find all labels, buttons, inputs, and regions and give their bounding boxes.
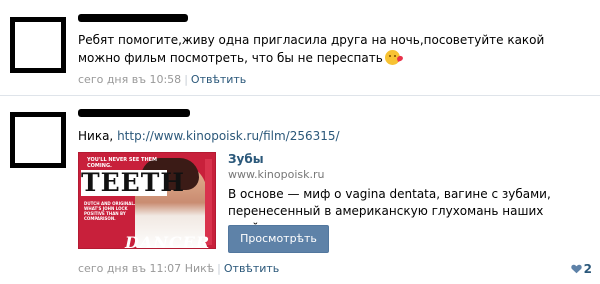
post-text-body: Ребят помогите,живу одна пригласила друг…	[78, 33, 545, 65]
post-divider	[0, 95, 600, 96]
view-button[interactable]: Просмотрѣть	[228, 225, 329, 253]
post-1: Ребят помогите,живу одна пригласила друг…	[0, 0, 600, 92]
movie-poster-thumbnail[interactable]: YOU'LL NEVER SEE THEM COMING. TEETH DUTC…	[78, 152, 216, 249]
post-time[interactable]: сего дня въ 10:58	[78, 73, 181, 86]
avatar[interactable]	[10, 112, 66, 168]
reply-link[interactable]: Отвѣтить	[191, 73, 246, 86]
post-text: Ника, http://www.kinopoisk.ru/film/25631…	[78, 127, 588, 145]
attachment-title[interactable]: Зубы	[228, 152, 264, 166]
post-meta: сего дня въ 11:07 Никѣ | Отвѣтить	[78, 262, 279, 275]
kissing-face-emoji-icon	[384, 50, 400, 65]
post-time[interactable]: сего дня въ 11:07	[78, 262, 181, 275]
author-name-redacted[interactable]	[78, 109, 190, 117]
reply-link[interactable]: Отвѣтить	[224, 262, 279, 275]
heart-icon	[570, 264, 582, 274]
post-text-prefix: Ника,	[78, 129, 118, 143]
meta-separator: |	[217, 262, 221, 275]
avatar[interactable]	[10, 17, 66, 73]
like-button[interactable]: 2	[570, 262, 592, 276]
post-link[interactable]: http://www.kinopoisk.ru/film/256315/	[117, 129, 340, 143]
reply-to-name: Никѣ	[184, 262, 215, 275]
post-2: Ника, http://www.kinopoisk.ru/film/25631…	[0, 100, 600, 284]
author-name-redacted[interactable]	[78, 14, 188, 22]
meta-separator: |	[184, 73, 188, 86]
post-meta: сего дня въ 10:58 | Отвѣтить	[78, 73, 246, 86]
poster-quote: DUTCH AND ORIGINAL. WHAT'S JOHN LOCK POS…	[84, 201, 136, 221]
post-text: Ребят помогите,живу одна пригласила друг…	[78, 31, 588, 67]
poster-title: TEETH	[81, 168, 185, 197]
attachment-domain: www.kinopoisk.ru	[228, 168, 325, 181]
poster-bottom-text: DANCER	[125, 233, 211, 249]
like-count: 2	[583, 262, 592, 276]
